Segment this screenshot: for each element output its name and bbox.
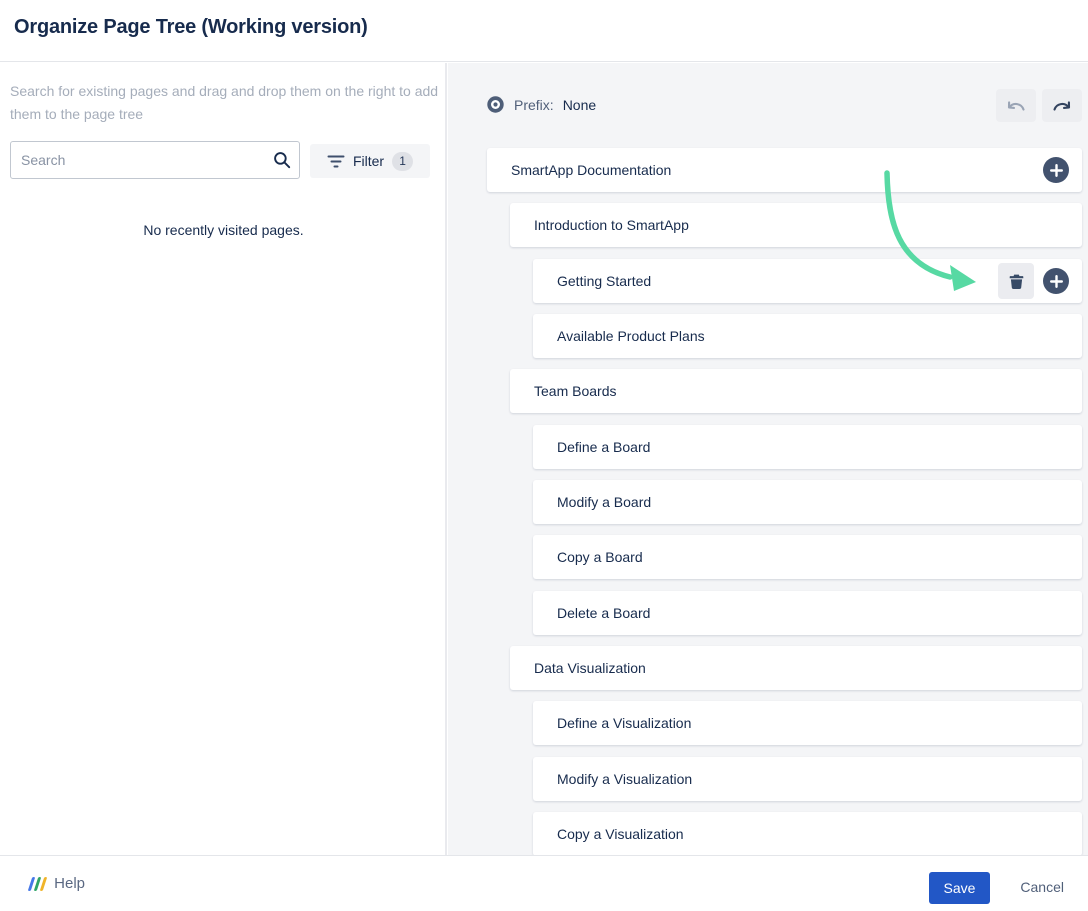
- row-actions: [998, 259, 1069, 303]
- tree-row[interactable]: Copy a Board: [533, 535, 1082, 579]
- tree-row[interactable]: Modify a Board: [533, 480, 1082, 524]
- tree-row-label: Modify a Visualization: [557, 771, 692, 787]
- add-child-page-button[interactable]: [1043, 268, 1069, 294]
- plus-icon: [1050, 164, 1063, 177]
- trash-icon: [1008, 273, 1025, 290]
- tree-row[interactable]: SmartApp Documentation: [487, 148, 1082, 192]
- tree-row-label: Introduction to SmartApp: [534, 217, 689, 233]
- tree-row-label: Copy a Visualization: [557, 826, 684, 842]
- search-icon: [273, 151, 291, 169]
- delete-page-button[interactable]: [998, 263, 1034, 299]
- filter-count-badge: 1: [392, 152, 413, 171]
- row-actions: [1043, 148, 1069, 192]
- tree-row-label: Modify a Board: [557, 494, 651, 510]
- tree-row[interactable]: Define a Board: [533, 425, 1082, 469]
- tree-row[interactable]: Modify a Visualization: [533, 757, 1082, 801]
- tree-row-label: Define a Board: [557, 439, 650, 455]
- add-child-page-button[interactable]: [1043, 157, 1069, 183]
- tree-row-label: SmartApp Documentation: [511, 162, 671, 178]
- tree-row[interactable]: Copy a Visualization: [533, 812, 1082, 855]
- page-tree: SmartApp Documentation Introduction to Sm…: [448, 63, 1088, 855]
- tree-row-label: Team Boards: [534, 383, 616, 399]
- search-input[interactable]: [10, 141, 300, 179]
- dialog-header: Organize Page Tree (Working version): [0, 0, 1088, 62]
- helper-text: Search for existing pages and drag and d…: [10, 80, 440, 126]
- filter-label: Filter: [353, 153, 384, 169]
- help-link[interactable]: Help: [30, 875, 85, 892]
- triple-slash-logo-icon: [28, 877, 48, 891]
- filter-button[interactable]: Filter 1: [310, 144, 430, 178]
- tree-row[interactable]: Delete a Board: [533, 591, 1082, 635]
- organize-page-tree-dialog: Organize Page Tree (Working version) Sea…: [0, 0, 1088, 911]
- plus-icon: [1050, 275, 1063, 288]
- help-label: Help: [54, 875, 85, 892]
- tree-row-label: Available Product Plans: [557, 328, 705, 344]
- dialog-footer: Help Save Cancel: [0, 855, 1088, 911]
- tree-row[interactable]: Data Visualization: [510, 646, 1082, 690]
- empty-state-message: No recently visited pages.: [0, 222, 447, 238]
- page-tree-panel: Prefix: None Sm: [448, 63, 1088, 855]
- filter-lines-icon: [327, 154, 345, 169]
- tree-row-label: Data Visualization: [534, 660, 646, 676]
- cancel-button[interactable]: Cancel: [1020, 879, 1064, 895]
- tree-row[interactable]: Introduction to SmartApp: [510, 203, 1082, 247]
- tree-row-label: Define a Visualization: [557, 715, 691, 731]
- tree-row[interactable]: Team Boards: [510, 369, 1082, 413]
- tree-row-label: Copy a Board: [557, 549, 643, 565]
- search-field: [10, 141, 300, 179]
- tree-row[interactable]: Getting Started: [533, 259, 1082, 303]
- page-title: Organize Page Tree (Working version): [14, 16, 368, 39]
- save-button[interactable]: Save: [929, 872, 990, 904]
- tree-row[interactable]: Available Product Plans: [533, 314, 1082, 358]
- tree-row-label: Delete a Board: [557, 605, 650, 621]
- search-panel: Search for existing pages and drag and d…: [0, 63, 447, 855]
- tree-row[interactable]: Define a Visualization: [533, 701, 1082, 745]
- tree-row-label: Getting Started: [557, 273, 651, 289]
